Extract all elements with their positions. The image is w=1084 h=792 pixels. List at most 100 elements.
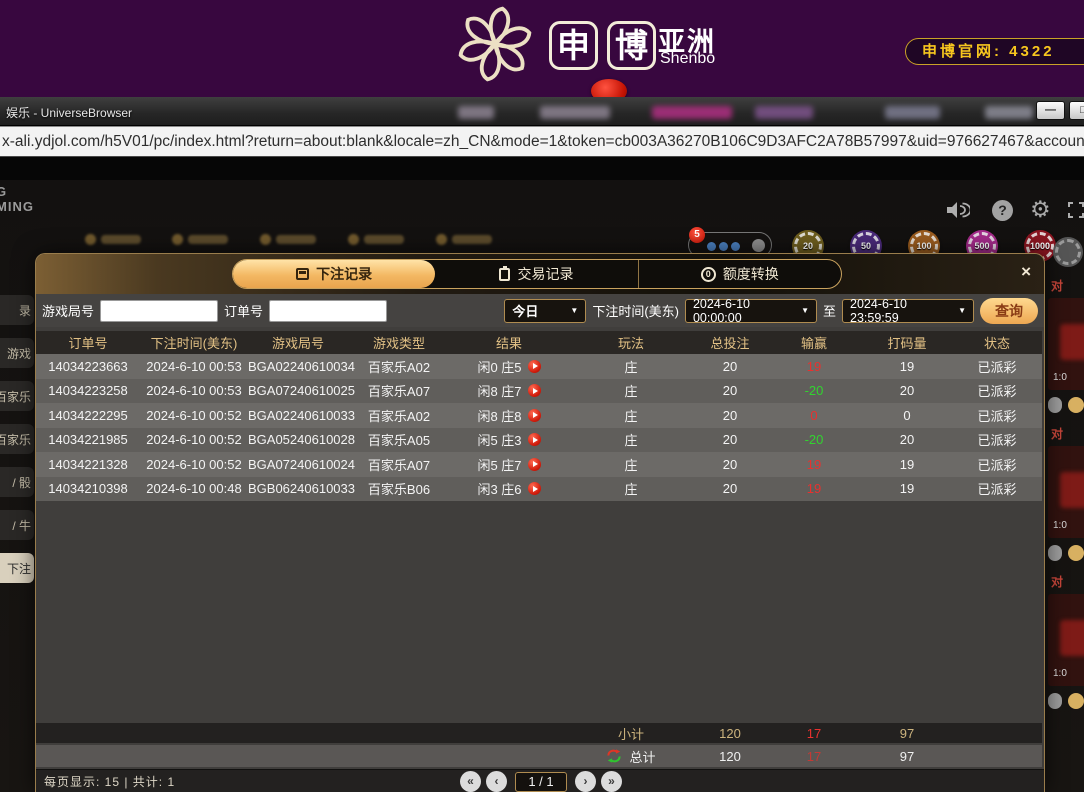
category-item-blurred[interactable] — [436, 234, 492, 245]
bet-panel[interactable]: 1:0 — [1048, 446, 1084, 538]
replay-icon[interactable] — [527, 359, 541, 373]
pair-label: 对 — [1051, 427, 1064, 441]
gray-pill-button[interactable] — [1048, 545, 1062, 561]
bet-panel[interactable]: 1:0 — [1048, 594, 1084, 686]
cell-order: 14034222295 — [48, 407, 128, 423]
date-to-value: 2024-6-10 23:59:59 — [850, 296, 907, 325]
blurred-nav-item — [985, 106, 1033, 119]
round-label: 游戏局号 — [42, 304, 95, 319]
cell-status: 已派彩 — [977, 408, 1017, 424]
category-item-blurred[interactable] — [260, 234, 316, 245]
fullscreen-icon[interactable] — [1066, 200, 1084, 225]
tab-bet-records[interactable]: 下注记录 — [233, 260, 436, 288]
col-header: 游戏局号 — [271, 336, 324, 351]
notification-badge: 5 — [689, 227, 705, 243]
tab-transaction-records[interactable]: 交易记录 — [435, 260, 637, 288]
cell-result-wrap: 闲5 庄7 — [450, 455, 568, 474]
sidebar-item-fragment[interactable]: 游戏 — [0, 338, 34, 368]
cell-time: 2024-6-10 00:53 — [146, 358, 242, 374]
subtotal-row: 小计 120 17 97 — [36, 723, 1042, 743]
first-page-button[interactable]: « — [460, 771, 481, 792]
odds-label: 1:0 — [1053, 372, 1067, 383]
sidebar-item-fragment[interactable]: / 骰 — [0, 467, 34, 497]
cell-game: 百家乐A05 — [367, 433, 431, 449]
gold-pill-button[interactable] — [1067, 545, 1084, 561]
table-row[interactable]: 14034221985 2024-6-10 00:52 BGA052406100… — [36, 427, 1042, 452]
bet-panel-buttons — [1048, 545, 1084, 561]
cell-play: 庄 — [624, 433, 638, 449]
prev-page-button[interactable]: ‹ — [486, 771, 507, 792]
cell-result: 闲8 庄8 — [477, 408, 522, 424]
blurred-nav-item — [652, 106, 732, 119]
tab-quota-transfer[interactable]: 0 额度转换 — [637, 260, 841, 288]
browser-url-bar[interactable]: x-ali.ydjol.com/h5V01/pc/index.html?retu… — [0, 126, 1084, 157]
volume-icon[interactable] — [946, 200, 972, 225]
table-row[interactable]: 14034222295 2024-6-10 00:52 BGA022406100… — [36, 403, 1042, 428]
gold-pill-button[interactable] — [1067, 397, 1084, 413]
bet-time-label: 下注时间(美东) — [592, 304, 679, 319]
screen: 申 博 亚洲 Shenbo 申博官网: 4322 娱乐 - UniverseBr… — [0, 0, 1084, 792]
cell-order: 14034221985 — [48, 432, 128, 448]
sidebar-item-fragment[interactable]: / 牛 — [0, 510, 34, 540]
close-icon[interactable]: × — [1021, 263, 1031, 280]
cell-result-wrap: 闲0 庄5 — [450, 357, 568, 376]
cell-bet: 20 — [722, 358, 738, 374]
sidebar-item-fragment[interactable]: 百家乐 — [0, 424, 34, 454]
cell-result: 闲0 庄5 — [477, 359, 522, 375]
replay-icon[interactable] — [527, 482, 541, 496]
tab-label: 额度转换 — [722, 266, 779, 282]
order-input[interactable] — [269, 299, 388, 322]
cell-play: 庄 — [624, 359, 638, 375]
tab-label: 下注记录 — [316, 266, 373, 282]
cell-turnover: 20 — [899, 432, 915, 448]
help-icon[interactable]: ? — [992, 200, 1013, 221]
bet-records-modal: 下注记录 交易记录 0 额度转换 × 游戏局号 订单号 今日 ▼ 下注时间(美东… — [35, 253, 1045, 792]
category-item-blurred[interactable] — [348, 234, 404, 245]
bet-panel[interactable]: 1:0 — [1048, 298, 1084, 390]
sidebar-item-fragment[interactable]: 百家乐 — [0, 381, 34, 411]
cell-round: BGA02240610033 — [248, 407, 355, 423]
sidebar-item-fragment[interactable]: 下注 — [0, 553, 34, 583]
minimize-button[interactable]: — — [1036, 101, 1065, 120]
official-site-pill[interactable]: 申博官网: 4322 — [905, 38, 1084, 65]
table-row[interactable]: 14034210398 2024-6-10 00:48 BGB062406100… — [36, 476, 1042, 501]
table-row[interactable]: 14034221328 2024-6-10 00:52 BGA072406100… — [36, 452, 1042, 477]
table-row[interactable]: 14034223258 2024-6-10 00:53 BGA072406100… — [36, 378, 1042, 403]
gray-pill-button[interactable] — [1048, 693, 1062, 709]
date-to-dropdown[interactable]: 2024-6-10 23:59:59 ▼ — [842, 296, 974, 325]
next-page-button[interactable]: › — [575, 771, 596, 792]
cell-game: 百家乐A02 — [367, 359, 431, 375]
sidebar-fragments: 录游戏 百家乐 百家乐 / 骰 / 牛下注 — [0, 295, 38, 596]
chip-dot — [707, 242, 716, 251]
url-text[interactable]: x-ali.ydjol.com/h5V01/pc/index.html?retu… — [2, 127, 1084, 156]
order-label: 订单号 — [224, 304, 264, 319]
date-range-dropdown[interactable]: 今日 ▼ — [504, 298, 587, 323]
table-row[interactable]: 14034223663 2024-6-10 00:53 BGA022406100… — [36, 354, 1042, 379]
sidebar-item-fragment[interactable]: 录 — [0, 295, 34, 325]
cell-bet: 20 — [722, 481, 738, 497]
cell-order: 14034223663 — [48, 358, 128, 374]
total-label: 总计 — [629, 749, 656, 765]
gold-pill-button[interactable] — [1067, 693, 1084, 709]
round-input[interactable] — [100, 299, 219, 322]
date-from-dropdown[interactable]: 2024-6-10 00:00:00 ▼ — [684, 297, 817, 325]
last-page-button[interactable]: » — [601, 771, 622, 792]
replay-icon[interactable] — [527, 408, 541, 422]
cell-time: 2024-6-10 00:52 — [146, 432, 242, 448]
cell-result: 闲8 庄7 — [477, 384, 522, 400]
gray-pill-button[interactable] — [1048, 397, 1062, 413]
brand-char-shen: 申 — [549, 21, 598, 70]
replay-icon[interactable] — [527, 433, 541, 447]
search-button[interactable]: 查询 — [980, 297, 1038, 324]
bet-panel-glyph-fragment — [1060, 324, 1084, 360]
category-item-blurred[interactable] — [85, 234, 141, 245]
poker-chip-icon[interactable] — [1055, 239, 1081, 265]
pair-label: 对 — [1051, 575, 1064, 589]
maximize-button[interactable]: □ — [1069, 101, 1084, 120]
replay-icon[interactable] — [527, 384, 541, 398]
cell-result: 闲5 庄3 — [477, 433, 522, 449]
replay-icon[interactable] — [527, 457, 541, 471]
category-item-blurred[interactable] — [172, 234, 228, 245]
gear-icon[interactable]: ⚙ — [1030, 197, 1051, 221]
refresh-icon[interactable] — [606, 749, 622, 763]
